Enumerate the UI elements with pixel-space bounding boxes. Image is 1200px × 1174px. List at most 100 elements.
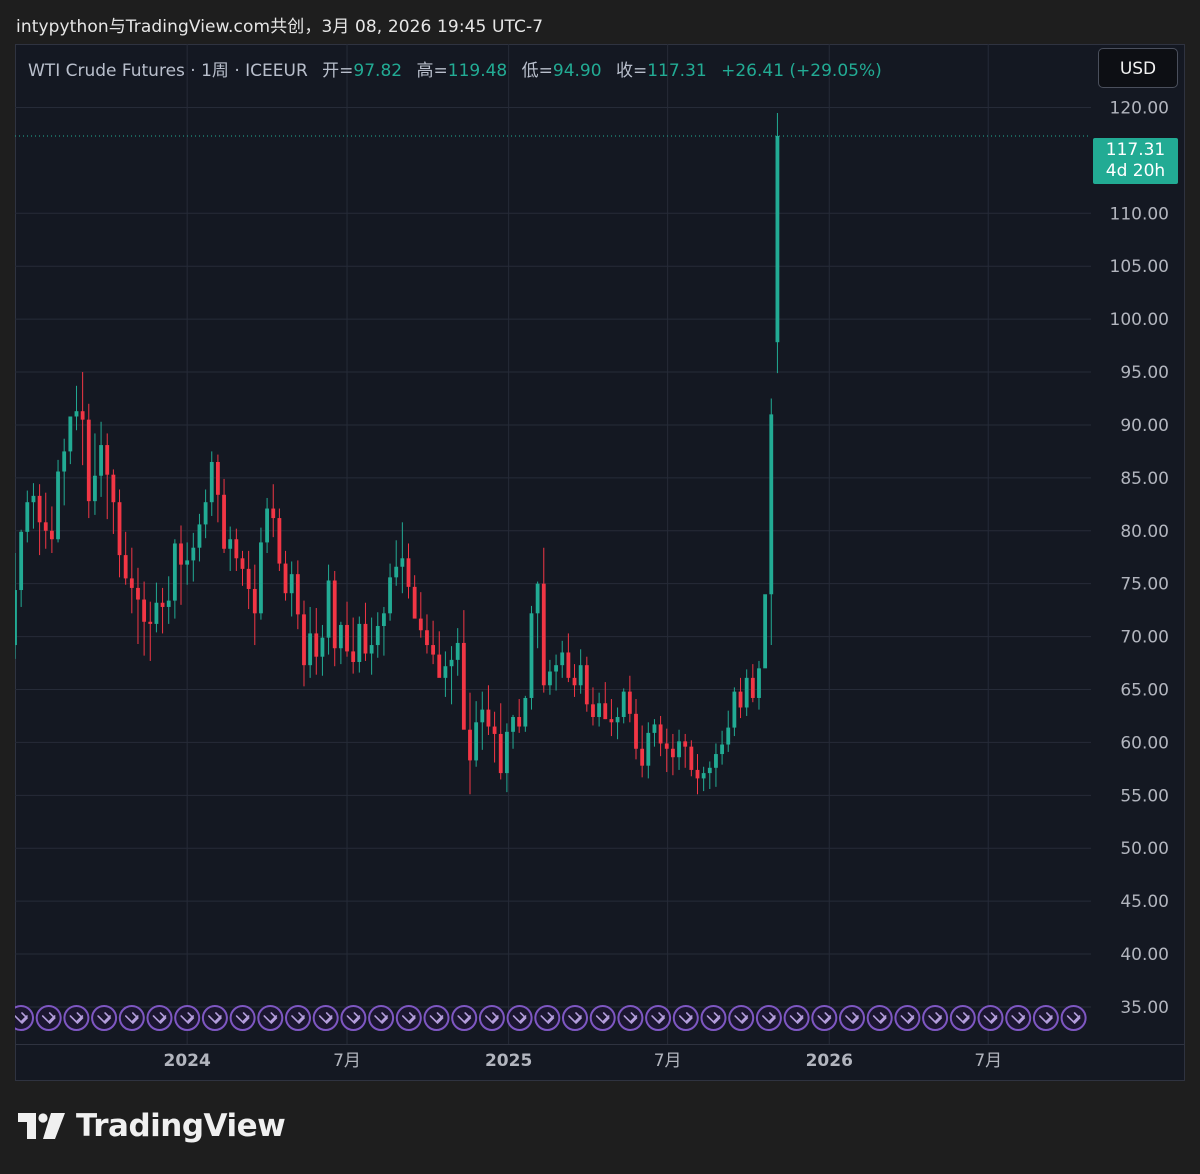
candle-body[interactable] <box>443 666 448 678</box>
candle-body[interactable] <box>314 633 319 657</box>
event-marker-icon[interactable] <box>977 1005 1004 1031</box>
candle-body[interactable] <box>566 652 571 678</box>
candle-body[interactable] <box>179 543 183 565</box>
candle-body[interactable] <box>548 671 552 686</box>
candle-body[interactable] <box>302 614 306 666</box>
event-marker-icon[interactable] <box>949 1005 976 1031</box>
event-marker-icon[interactable] <box>229 1005 256 1031</box>
event-marker-icon[interactable] <box>368 1005 395 1031</box>
candle-body[interactable] <box>246 568 251 589</box>
event-marker-icon[interactable] <box>506 1005 533 1031</box>
candle-body[interactable] <box>56 471 60 540</box>
candle-body[interactable] <box>154 602 159 624</box>
event-marker-icon[interactable] <box>866 1005 893 1031</box>
candle-body[interactable] <box>308 633 313 666</box>
event-marker-icon[interactable] <box>451 1005 478 1031</box>
candle-body[interactable] <box>572 677 577 686</box>
candle-body[interactable] <box>603 703 608 720</box>
candle-body[interactable] <box>480 709 485 723</box>
candle-body[interactable] <box>228 539 233 549</box>
candle-body[interactable] <box>689 746 694 770</box>
event-marker-icon[interactable] <box>312 1005 339 1031</box>
candle-body[interactable] <box>449 659 454 667</box>
candle-body[interactable] <box>560 652 565 666</box>
candle-body[interactable] <box>437 654 442 678</box>
candle-body[interactable] <box>271 508 276 519</box>
candle-body[interactable] <box>123 555 128 579</box>
candle-body[interactable] <box>511 717 515 732</box>
candle-body[interactable] <box>400 558 405 567</box>
event-marker-icon[interactable] <box>839 1005 865 1031</box>
candle-body[interactable] <box>93 475 97 502</box>
candle-body[interactable] <box>523 697 528 727</box>
candle-body[interactable] <box>43 522 48 531</box>
candle-body[interactable] <box>652 724 657 733</box>
candle-body[interactable] <box>129 578 134 588</box>
candle-body[interactable] <box>677 741 681 758</box>
candle-body[interactable] <box>394 566 399 578</box>
candle-body[interactable] <box>351 651 356 662</box>
event-marker-icon[interactable] <box>672 1005 699 1031</box>
candle-body[interactable] <box>222 494 226 549</box>
candle-body[interactable] <box>486 709 491 727</box>
candle-body[interactable] <box>732 691 737 728</box>
candle-body[interactable] <box>541 583 546 686</box>
candle-body[interactable] <box>49 530 54 540</box>
event-marker-icon[interactable] <box>423 1005 450 1031</box>
candle-body[interactable] <box>769 414 774 595</box>
candle-body[interactable] <box>455 642 460 660</box>
event-marker-icon[interactable] <box>1060 1005 1087 1031</box>
candle-body[interactable] <box>240 558 245 569</box>
candle-body[interactable] <box>609 719 614 723</box>
candle-body[interactable] <box>25 502 30 532</box>
candle-body[interactable] <box>295 574 300 615</box>
candle-body[interactable] <box>185 560 190 565</box>
candle-body[interactable] <box>166 600 171 607</box>
candle-body[interactable] <box>382 613 386 627</box>
event-marker-icon[interactable] <box>201 1005 228 1031</box>
candle-body[interactable] <box>498 733 503 774</box>
candle-body[interactable] <box>105 445 110 475</box>
candle-body[interactable] <box>664 743 669 749</box>
candle-body[interactable] <box>80 411 85 420</box>
candle-body[interactable] <box>646 732 651 766</box>
candle-body[interactable] <box>363 623 368 654</box>
event-marker-icon[interactable] <box>700 1005 727 1031</box>
event-marker-icon[interactable] <box>811 1005 838 1031</box>
candle-body[interactable] <box>375 626 380 646</box>
candle-body[interactable] <box>215 461 220 495</box>
candle-body[interactable] <box>19 531 24 591</box>
candle-body[interactable] <box>160 602 165 607</box>
event-marker-icon[interactable] <box>118 1005 145 1031</box>
candle-body[interactable] <box>744 677 749 708</box>
candle-body[interactable] <box>320 637 325 657</box>
candle-body[interactable] <box>31 495 36 503</box>
candle-body[interactable] <box>332 580 337 649</box>
candlestick-chart[interactable]: 120.00 110.00 105.00 100.00 95.00 90.00 85.00 8… <box>15 44 1185 1081</box>
candle-body[interactable] <box>775 135 780 343</box>
event-marker-icon[interactable] <box>285 1005 311 1031</box>
candle-body[interactable] <box>37 495 42 523</box>
candle-body[interactable] <box>234 539 239 559</box>
candle-body[interactable] <box>468 729 472 761</box>
candle-body[interactable] <box>504 731 509 774</box>
candle-body[interactable] <box>412 586 417 619</box>
candle-body[interactable] <box>74 411 79 417</box>
candle-body[interactable] <box>369 645 374 654</box>
event-marker-icon[interactable] <box>257 1005 284 1031</box>
candle-body[interactable] <box>418 618 423 631</box>
candle-body[interactable] <box>591 704 595 718</box>
symbol-name[interactable]: WTI Crude Futures · 1周 · ICEEUR <box>28 61 308 81</box>
event-marker-icon[interactable] <box>534 1005 561 1031</box>
candle-body[interactable] <box>670 748 675 758</box>
candle-body[interactable] <box>492 726 497 734</box>
candle-body[interactable] <box>474 722 479 761</box>
candle-body[interactable] <box>720 744 724 755</box>
candle-body[interactable] <box>117 502 122 556</box>
candle-body[interactable] <box>259 542 263 614</box>
candle-body[interactable] <box>252 588 257 614</box>
candle-body[interactable] <box>578 665 583 686</box>
candle-body[interactable] <box>338 624 343 649</box>
event-marker-icon[interactable] <box>174 1005 201 1031</box>
event-marker-icon[interactable] <box>728 1005 755 1031</box>
